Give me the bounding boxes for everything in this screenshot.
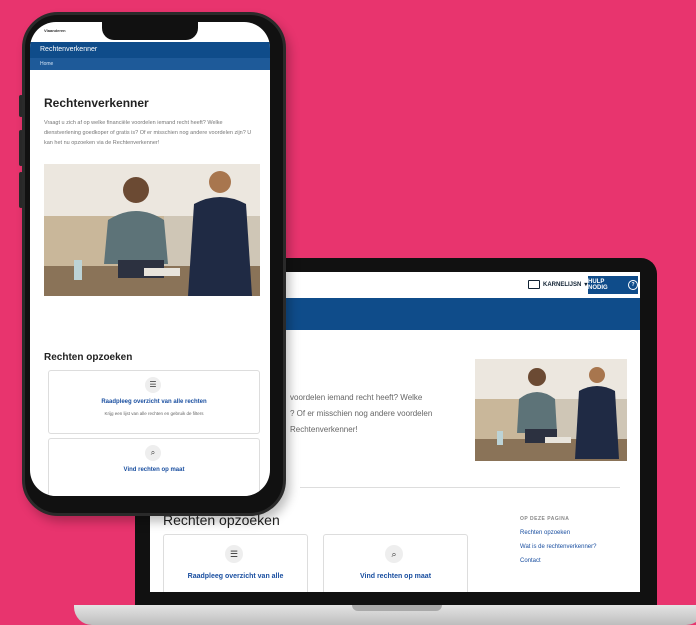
intro-text: Vraagt u zich af op welke financiële voo… [44,120,252,146]
breadcrumb[interactable]: Home [40,61,53,67]
laptop-notch [352,605,442,611]
book-icon [528,280,540,289]
intro-line: voordelen iemand recht heeft? Welke [290,393,423,402]
chevron-down-icon: ▾ [584,282,588,288]
section-title: Rechten opzoeken [44,352,133,363]
search-icon: ⌕ [385,545,403,563]
list-icon: ☰ [145,377,161,393]
phone-notch [102,22,198,40]
question-icon: ? [628,280,638,290]
hero-photo [44,164,260,296]
intro-text: voordelen iemand recht heeft? Welke ? Of… [290,390,450,438]
card-find-rights[interactable]: ⌕ Vind rechten op maat [48,438,260,496]
card-label: Vind rechten op maat [123,467,185,473]
card-label: Raadpleeg overzicht van alle rechten [101,399,207,405]
list-icon: ☰ [225,545,243,563]
breadcrumb-bar [30,58,270,70]
language-selector[interactable]: KARNELIJSN ▾ [528,280,587,289]
toc-link[interactable]: Contact [520,558,541,564]
card-label: Raadpleeg overzicht van alle [187,573,284,580]
search-icon: ⌕ [145,445,161,461]
card-subtext: Krijg een lijst van alle rechten en gebr… [104,411,204,416]
divider [300,487,620,488]
language-label: KARNELIJSN [543,281,582,288]
toc-link[interactable]: Rechten opzoeken [520,530,570,536]
card-all-rights[interactable]: ☰ Raadpleeg overzicht van alle rechten K… [48,370,260,434]
hero-photo [475,359,627,461]
page-title: Rechtenverkenner [44,96,149,110]
toc-link[interactable]: Wat is de rechtenverkenner? [520,544,596,550]
help-label: HULP NODIG [588,279,608,291]
help-button[interactable]: HULP NODIG ? [588,276,638,294]
toc-heading: OP DEZE PAGINA [520,516,570,522]
intro-line: ? Of er misschien nog andere voordelen [290,409,433,418]
phone-screen: Vlaanderen Rechtenverkenner Home Rechten… [30,22,270,496]
card-all-rights[interactable]: ☰ Raadpleeg overzicht van alle [163,534,308,592]
app-name[interactable]: Rechtenverkenner [40,46,97,53]
status-text: Vlaanderen [44,28,66,33]
card-find-rights[interactable]: ⌕ Vind rechten op maat [323,534,468,592]
intro-line: Rechtenverkenner! [290,425,358,434]
card-label: Vind rechten op maat [359,573,432,580]
